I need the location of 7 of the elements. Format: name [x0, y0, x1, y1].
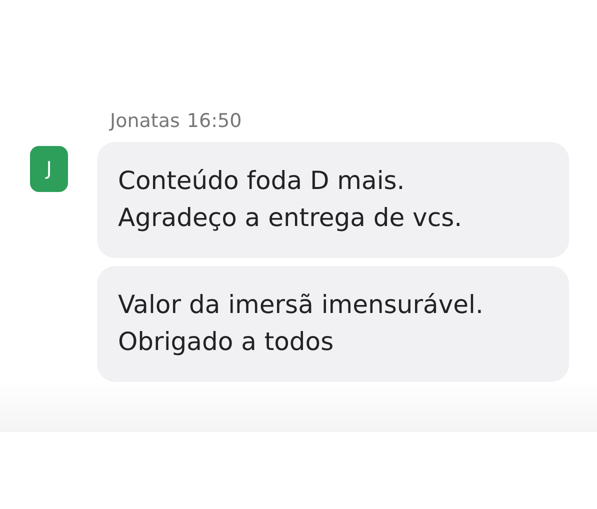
message-text: Agradeço a entrega de vcs.: [118, 202, 464, 234]
message-text: Valor da imersã imensurável.: [118, 289, 484, 321]
avatar: J: [30, 146, 68, 192]
message-time: 16:50: [186, 109, 242, 134]
message-text: Conteúdo foda D mais.: [118, 165, 406, 197]
message-text: Obrigado a todos: [118, 326, 335, 358]
sender-name: Jonatas: [110, 109, 180, 134]
